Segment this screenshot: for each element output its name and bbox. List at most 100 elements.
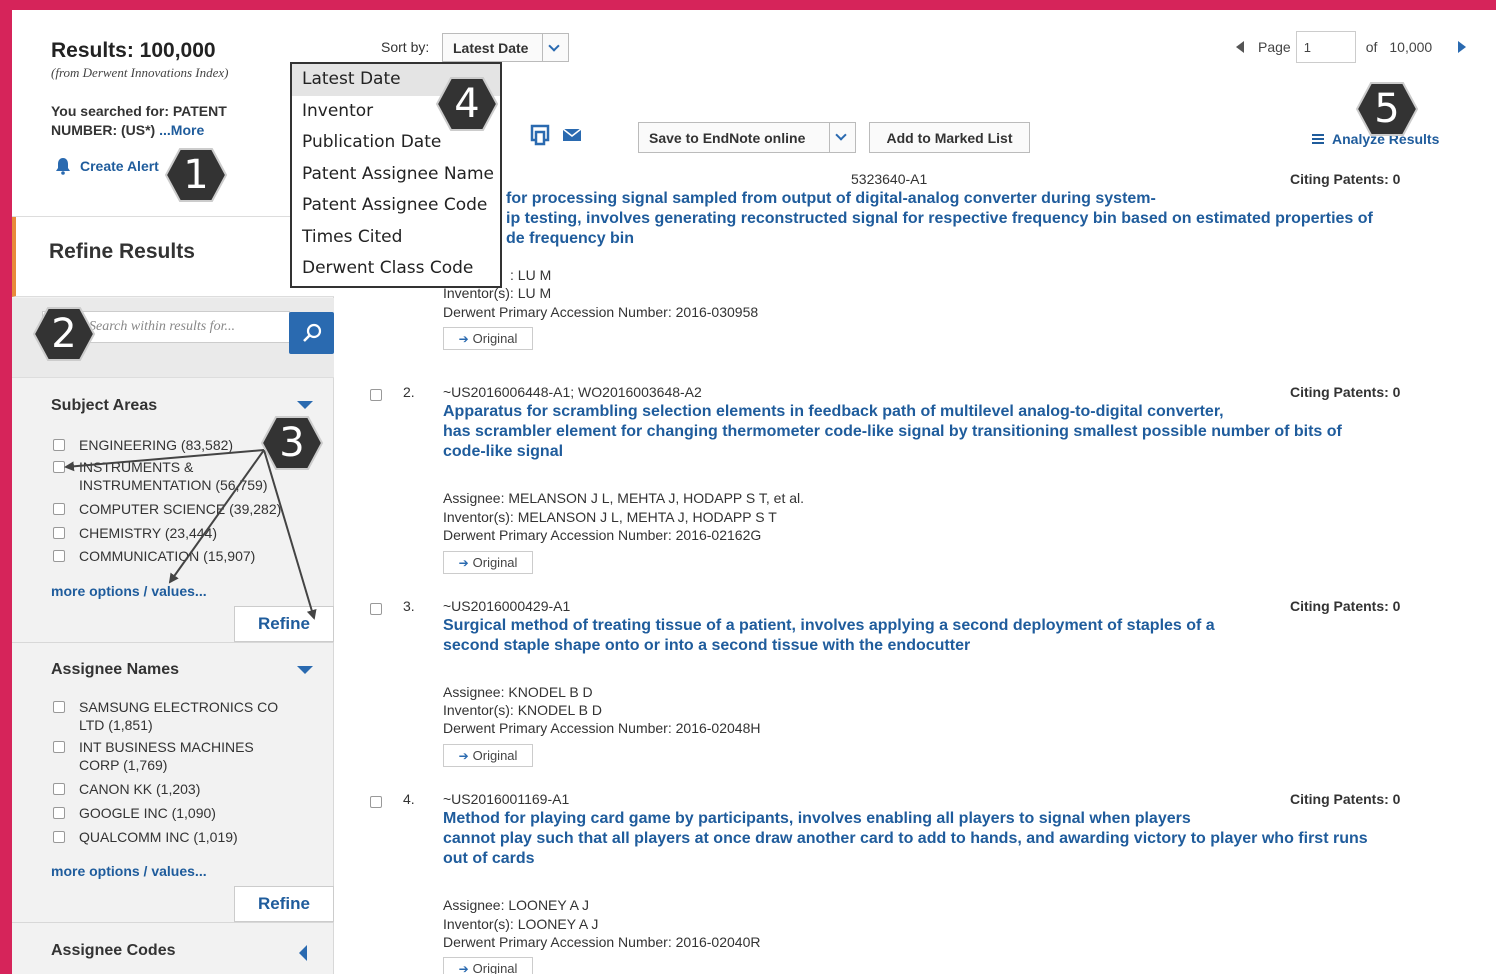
checkbox[interactable] bbox=[53, 783, 65, 795]
app-frame: Results: 100,000 (from Derwent Innovatio… bbox=[12, 10, 1496, 974]
more-options-link[interactable]: more options / values... bbox=[51, 583, 207, 599]
checkbox[interactable] bbox=[53, 831, 65, 843]
callout-marker: 5 bbox=[1355, 81, 1419, 137]
create-alert-link[interactable]: Create Alert bbox=[54, 157, 159, 175]
checkbox[interactable] bbox=[53, 807, 65, 819]
callout-marker: 4 bbox=[435, 76, 499, 132]
callout-number: 5 bbox=[1374, 86, 1400, 132]
original-button[interactable]: ➔ Original bbox=[443, 957, 533, 974]
record-accession: Derwent Primary Accession Number: 2016-0… bbox=[443, 934, 761, 950]
next-page-icon[interactable] bbox=[1458, 41, 1467, 53]
facet-item[interactable]: GOOGLE INC (1,090) bbox=[53, 804, 303, 822]
citing-patents: Citing Patents: 0 bbox=[1290, 171, 1401, 187]
checkbox[interactable] bbox=[53, 550, 65, 562]
facet-item[interactable]: CHEMISTRY (23,444) bbox=[53, 524, 303, 542]
record-assignee: Assignee: LOONEY A J bbox=[443, 897, 590, 913]
search-icon bbox=[302, 323, 321, 342]
record-title-line: Surgical method of treating tissue of a … bbox=[443, 617, 1215, 634]
original-button[interactable]: ➔ Original bbox=[443, 744, 533, 767]
facet-item[interactable]: CANON KK (1,203) bbox=[53, 780, 303, 798]
callout-marker: 2 bbox=[32, 306, 96, 362]
checkbox[interactable] bbox=[53, 503, 65, 515]
callout-number: 3 bbox=[279, 420, 305, 466]
record-number: 3. bbox=[403, 598, 415, 614]
original-button[interactable]: ➔ Original bbox=[443, 327, 533, 350]
record-accession: Derwent Primary Accession Number: 2016-0… bbox=[443, 720, 761, 736]
search-query: You searched for: PATENT NUMBER: (US*) .… bbox=[51, 102, 261, 140]
record-checkbox[interactable] bbox=[370, 389, 382, 401]
record-number: 4. bbox=[403, 791, 415, 807]
facet-item[interactable]: INSTRUMENTS & INSTRUMENTATION (56,759) bbox=[53, 458, 283, 494]
facet-item[interactable]: SAMSUNG ELECTRONICS CO LTD (1,851) bbox=[53, 698, 283, 734]
of-label: of bbox=[1365, 39, 1378, 55]
original-button[interactable]: ➔ Original bbox=[443, 551, 533, 574]
record-id: ~US2016001169-A1 bbox=[443, 791, 570, 807]
record-id: ~US2016006448-A1; WO2016003648-A2 bbox=[443, 384, 702, 400]
refine-button[interactable]: Refine bbox=[234, 886, 334, 922]
previous-page-icon[interactable] bbox=[1236, 41, 1244, 53]
record-inventor: Inventor(s): MELANSON J L, MEHTA J, HODA… bbox=[443, 509, 777, 525]
original-label: Original bbox=[472, 555, 518, 570]
record-title-line: has scrambler element for changing therm… bbox=[443, 423, 1342, 440]
facet-item[interactable]: COMMUNICATION (15,907) bbox=[53, 547, 303, 565]
result-record: 2. ~US2016006448-A1; WO2016003648-A2 Cit… bbox=[370, 384, 1480, 574]
sort-select-value: Latest Date bbox=[453, 40, 529, 56]
refine-button[interactable]: Refine bbox=[234, 606, 334, 642]
facet-item-label: INSTRUMENTS & INSTRUMENTATION (56,759) bbox=[79, 459, 268, 493]
record-accession: Derwent Primary Accession Number: 2016-0… bbox=[443, 304, 759, 320]
record-checkbox[interactable] bbox=[370, 796, 382, 808]
sort-select[interactable]: Latest Date bbox=[442, 33, 569, 62]
facet-item-label: COMMUNICATION (15,907) bbox=[79, 548, 256, 564]
sort-option[interactable]: Times Cited bbox=[292, 222, 500, 254]
record-title[interactable]: Surgical method of treating tissue of a … bbox=[443, 616, 1403, 656]
facet-item[interactable]: QUALCOMM INC (1,019) bbox=[53, 828, 303, 846]
sort-dropdown-toggle[interactable] bbox=[542, 34, 568, 61]
checkbox[interactable] bbox=[53, 527, 65, 539]
save-dropdown-toggle[interactable] bbox=[829, 123, 855, 152]
record-accession: Derwent Primary Accession Number: 2016-0… bbox=[443, 527, 762, 543]
collapse-caret-icon[interactable] bbox=[297, 401, 313, 409]
checkbox[interactable] bbox=[53, 741, 65, 753]
save-to-endnote-button[interactable]: Save to EndNote online bbox=[638, 122, 856, 153]
sort-option[interactable]: Derwent Class Code bbox=[292, 253, 500, 285]
expand-caret-icon[interactable] bbox=[299, 945, 307, 961]
record-title-line: out of cards bbox=[443, 850, 535, 867]
checkbox[interactable] bbox=[53, 701, 65, 713]
callout-number: 1 bbox=[183, 152, 209, 198]
checkbox[interactable] bbox=[53, 439, 65, 451]
result-record: 5323640-A1 Citing Patents: 0 for process… bbox=[370, 171, 1480, 361]
record-checkbox[interactable] bbox=[370, 603, 382, 615]
facet-item-label: COMPUTER SCIENCE (39,282) bbox=[79, 501, 282, 517]
divider bbox=[12, 642, 334, 643]
search-more-link[interactable]: ...More bbox=[159, 122, 204, 138]
refine-results-header: Refine Results bbox=[12, 217, 334, 297]
email-icon[interactable] bbox=[562, 127, 582, 143]
record-title-line: de frequency bin bbox=[506, 230, 635, 247]
print-icon[interactable] bbox=[530, 124, 550, 146]
analyze-icon bbox=[1312, 134, 1324, 144]
refine-results-title: Refine Results bbox=[49, 240, 195, 263]
callout-marker: 3 bbox=[260, 415, 324, 471]
add-to-marked-list-button[interactable]: Add to Marked List bbox=[869, 122, 1030, 153]
facet-item[interactable]: COMPUTER SCIENCE (39,282) bbox=[53, 500, 303, 518]
citing-patents: Citing Patents: 0 bbox=[1290, 598, 1401, 614]
page-number-input[interactable]: 1 bbox=[1295, 31, 1356, 63]
sort-option[interactable]: Patent Assignee Code bbox=[292, 190, 500, 222]
facet-title-assignee-codes: Assignee Codes bbox=[51, 942, 176, 959]
facet-item-label: CANON KK (1,203) bbox=[79, 781, 201, 797]
arrow-right-icon: ➔ bbox=[458, 961, 469, 974]
record-id: ~US2016000429-A1 bbox=[443, 598, 571, 614]
record-title[interactable]: Apparatus for scrambling selection eleme… bbox=[443, 402, 1403, 462]
facet-item-label: INT BUSINESS MACHINES CORP (1,769) bbox=[79, 739, 254, 773]
record-title[interactable]: Method for playing card game by particip… bbox=[443, 809, 1403, 869]
citing-patents: Citing Patents: 0 bbox=[1290, 791, 1401, 807]
collapse-caret-icon[interactable] bbox=[297, 666, 313, 674]
results-source: (from Derwent Innovations Index) bbox=[51, 65, 229, 80]
checkbox[interactable] bbox=[53, 461, 65, 473]
facet-item[interactable]: INT BUSINESS MACHINES CORP (1,769) bbox=[53, 738, 293, 774]
search-within-button[interactable] bbox=[289, 312, 334, 354]
more-options-link[interactable]: more options / values... bbox=[51, 863, 207, 879]
callout-marker: 1 bbox=[164, 147, 228, 203]
sort-option[interactable]: Patent Assignee Name bbox=[292, 159, 500, 191]
record-title[interactable]: for processing signal sampled from outpu… bbox=[506, 189, 1406, 249]
